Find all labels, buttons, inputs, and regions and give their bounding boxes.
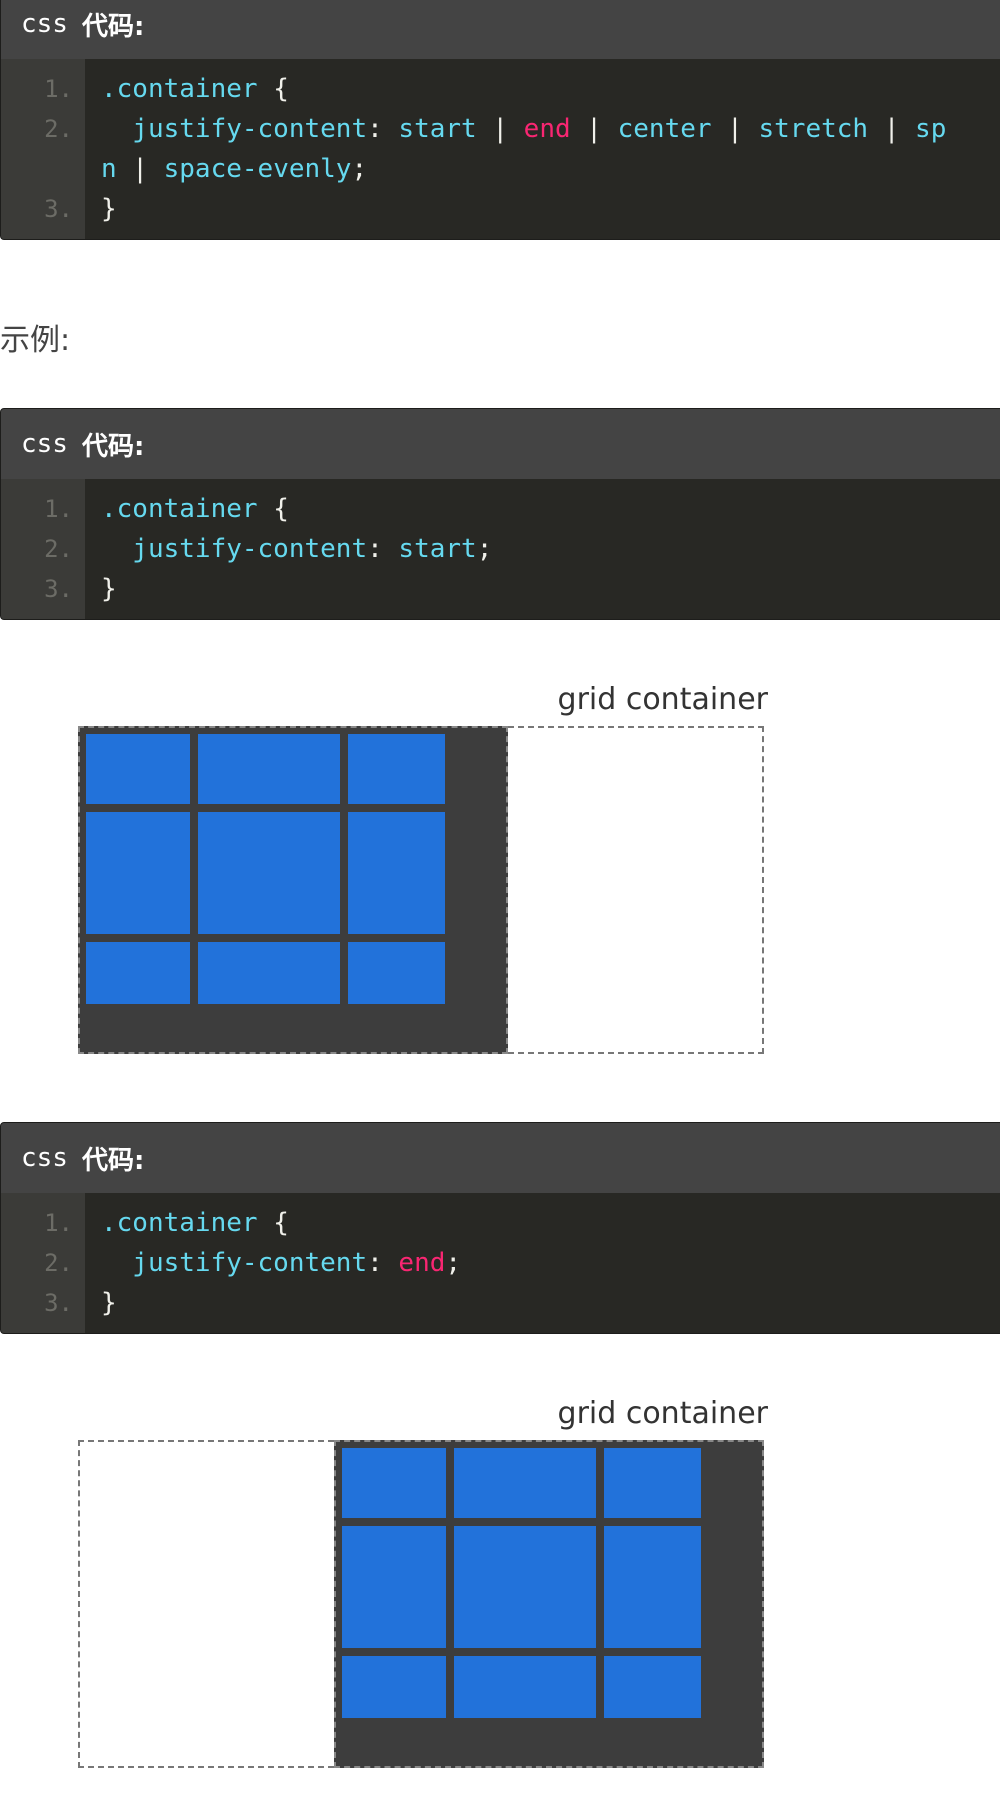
code-token: | xyxy=(570,114,618,144)
code-line: .container { xyxy=(101,489,1000,529)
grid-cell xyxy=(342,1526,446,1648)
line-number: 3. xyxy=(44,195,73,223)
grid-cell xyxy=(198,942,340,1004)
code-text[interactable]: .container { justify-content: end;} xyxy=(85,1193,1000,1333)
line-number: 1. xyxy=(44,495,73,523)
code-line: } xyxy=(101,1283,1000,1323)
code-line: .container { xyxy=(101,69,1000,109)
code-token: center xyxy=(617,114,712,144)
code-token: start xyxy=(398,534,477,564)
code-token: end xyxy=(398,1248,446,1278)
code-block-header: css 代码: xyxy=(1,1123,1000,1193)
code-title-label: 代码: xyxy=(81,431,145,462)
code-token: | xyxy=(476,114,524,144)
line-number: 3. xyxy=(44,1289,73,1317)
code-token: { xyxy=(257,74,289,104)
grid-figure-start: grid container xyxy=(78,682,768,1054)
line-number-gutter: 1. 2. 3. xyxy=(1,479,85,619)
code-token: } xyxy=(101,1288,117,1318)
code-token: n xyxy=(101,154,117,184)
line-number: 3. xyxy=(44,575,73,603)
grid-cell xyxy=(454,1448,596,1518)
code-title-label: 代码: xyxy=(81,1145,145,1176)
code-title-label: 代码: xyxy=(81,11,145,42)
code-lang-label: css xyxy=(21,9,68,39)
line-number: 2. xyxy=(44,1249,73,1277)
example-label: 示例: xyxy=(0,323,71,358)
grid-cell xyxy=(348,812,445,934)
code-token: start xyxy=(398,114,477,144)
grid-cell xyxy=(604,1448,701,1518)
code-token: : xyxy=(367,1248,399,1278)
code-token: | xyxy=(711,114,759,144)
line-number-gutter: 1. 2. 3. xyxy=(1,1193,85,1333)
grid-container-label: grid container xyxy=(557,1396,768,1431)
code-token: justify-content xyxy=(101,114,368,144)
code-token: .container xyxy=(101,74,258,104)
code-token: | xyxy=(868,114,916,144)
grid-cell xyxy=(86,812,190,934)
code-block-start: css 代码: 1. 2. 3. .container { justify-co… xyxy=(0,408,1000,620)
grid-container-label: grid container xyxy=(557,682,768,717)
code-token: { xyxy=(257,494,289,524)
code-token: justify-content xyxy=(101,534,368,564)
code-line: } xyxy=(101,569,1000,609)
code-token: ; xyxy=(351,154,368,184)
line-number: 2. xyxy=(44,115,73,143)
grid-figure-end: grid container xyxy=(78,1396,768,1768)
code-token: justify-content xyxy=(101,1248,368,1278)
code-block-header: css 代码: xyxy=(1,0,1000,59)
code-token: | xyxy=(116,154,164,184)
code-token: ; xyxy=(476,534,493,564)
line-number: 1. xyxy=(44,1209,73,1237)
code-line: justify-content: start | end | center | … xyxy=(101,109,1000,149)
code-token: : xyxy=(367,534,399,564)
grid-tracks xyxy=(334,1440,764,1768)
code-line: .container { xyxy=(101,1203,1000,1243)
line-number: 1. xyxy=(44,75,73,103)
code-lang-label: css xyxy=(21,1143,68,1173)
code-block-header: css 代码: xyxy=(1,409,1000,479)
code-token: space-evenly xyxy=(163,154,352,184)
code-lang-label: css xyxy=(21,429,68,459)
grid-cell xyxy=(604,1656,701,1718)
code-token: end xyxy=(523,114,571,144)
code-line: n | space-evenly; xyxy=(101,149,1000,189)
grid-cell xyxy=(198,812,340,934)
grid-cell xyxy=(86,734,190,804)
line-number-gutter: 1. 2. 3. xyxy=(1,59,85,239)
code-token: : xyxy=(367,114,399,144)
code-token: stretch xyxy=(758,114,869,144)
code-token: } xyxy=(101,574,117,604)
code-text[interactable]: .container { justify-content: start;} xyxy=(85,479,1000,619)
grid-cell xyxy=(342,1448,446,1518)
code-line: } xyxy=(101,189,1000,229)
code-line: justify-content: end; xyxy=(101,1243,1000,1283)
code-token: sp xyxy=(915,114,947,144)
grid-tracks xyxy=(78,726,508,1054)
code-token: .container xyxy=(101,1208,258,1238)
line-number: 2. xyxy=(44,535,73,563)
code-token: { xyxy=(257,1208,289,1238)
code-line: justify-content: start; xyxy=(101,529,1000,569)
grid-cell xyxy=(348,734,445,804)
grid-cell xyxy=(454,1656,596,1718)
grid-cell xyxy=(86,942,190,1004)
code-block-end: css 代码: 1. 2. 3. .container { justify-co… xyxy=(0,1122,1000,1334)
grid-cell xyxy=(604,1526,701,1648)
grid-cell xyxy=(342,1656,446,1718)
code-block-syntax: css 代码: 1. 2. 3. .container { justify-co… xyxy=(0,0,1000,240)
code-text[interactable]: .container { justify-content: start | en… xyxy=(85,59,1000,239)
grid-cell xyxy=(454,1526,596,1648)
code-token: } xyxy=(101,194,117,224)
code-token: ; xyxy=(445,1248,462,1278)
code-token: .container xyxy=(101,494,258,524)
grid-cell xyxy=(348,942,445,1004)
grid-cell xyxy=(198,734,340,804)
